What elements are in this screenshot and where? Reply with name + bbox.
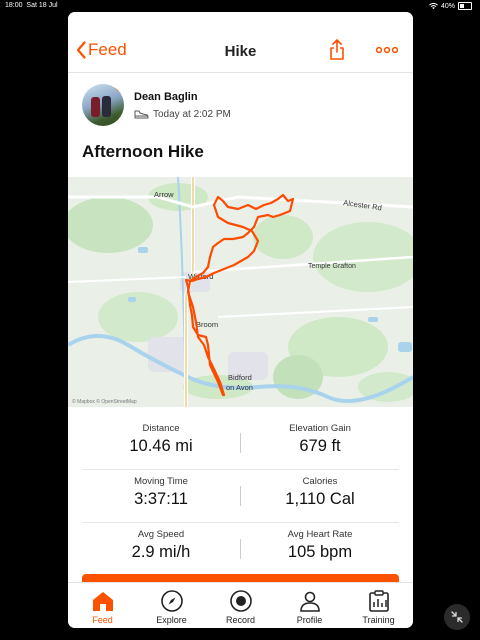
- route-map[interactable]: Arrow Alcester Rd Temple Grafton Wixford…: [68, 177, 413, 407]
- tab-feed[interactable]: Feed: [68, 583, 137, 628]
- stat-row: Moving Time 3:37:11 Calories 1,110 Cal: [82, 470, 399, 523]
- compass-icon: [160, 590, 183, 612]
- map-label-bidford: Bidford: [228, 373, 252, 382]
- training-icon: [368, 590, 389, 612]
- avatar[interactable]: [82, 84, 124, 126]
- wifi-icon: [429, 2, 438, 9]
- map-attribution: © Mapbox © OpenStreetMap: [72, 398, 137, 405]
- minimize-button[interactable]: [444, 604, 470, 630]
- athlete-header[interactable]: Dean Baglin Today at 2:02 PM: [82, 84, 231, 126]
- tab-record[interactable]: Record: [206, 583, 275, 628]
- activity-time: Today at 2:02 PM: [134, 109, 231, 120]
- battery-icon: [458, 2, 472, 10]
- map-label-on-avon: on Avon: [226, 383, 253, 392]
- map-label-broom: Broom: [196, 320, 218, 329]
- stats-grid: Distance 10.46 mi Elevation Gain 679 ft Mo…: [82, 417, 399, 575]
- collapse-arrows-icon: [451, 611, 463, 623]
- stat-moving-time: Moving Time 3:37:11: [134, 476, 188, 508]
- page-title: Hike: [224, 43, 257, 60]
- battery-percent: 40%: [440, 2, 455, 10]
- share-icon[interactable]: [329, 39, 345, 61]
- status-time: 18:00 Sat 18 Jul: [5, 2, 58, 9]
- nav-bar: Feed Hike: [68, 12, 413, 73]
- subscriber-badge-icon: [111, 84, 124, 97]
- map-label-temple-grafton: Temple Grafton: [308, 263, 356, 270]
- tab-profile[interactable]: Profile: [275, 583, 344, 628]
- tab-training[interactable]: Training: [344, 583, 413, 628]
- stat-elevation-gain: Elevation Gain 679 ft: [289, 423, 351, 455]
- stat-calories: Calories 1,110 Cal: [285, 476, 355, 508]
- profile-icon: [299, 591, 320, 612]
- stat-avg-speed: Avg Speed 2.9 mi/h: [131, 529, 191, 561]
- home-icon: [92, 592, 113, 611]
- stat-row: Distance 10.46 mi Elevation Gain 679 ft: [82, 417, 399, 470]
- stat-avg-heart-rate: Avg Heart Rate 105 bpm: [287, 529, 353, 561]
- activity-screen: Feed Hike Dean Baglin Today at 2:02 PM A…: [68, 12, 413, 628]
- map-label-arrow: Arrow: [154, 190, 174, 199]
- stat-distance: Distance 10.46 mi: [129, 423, 193, 455]
- more-options-icon[interactable]: [376, 46, 398, 54]
- record-icon: [229, 590, 252, 612]
- tab-explore[interactable]: Explore: [137, 583, 206, 628]
- activity-title: Afternoon Hike: [82, 142, 204, 161]
- tab-bar: Feed Explore Record Profile Training: [68, 582, 413, 628]
- status-right: 40%: [429, 2, 472, 10]
- status-bar: 18:00 Sat 18 Jul 40%: [0, 0, 480, 12]
- athlete-name[interactable]: Dean Baglin: [134, 91, 231, 103]
- stat-row: Avg Speed 2.9 mi/h Avg Heart Rate 105 bpm: [82, 523, 399, 575]
- shoe-icon: [134, 110, 149, 119]
